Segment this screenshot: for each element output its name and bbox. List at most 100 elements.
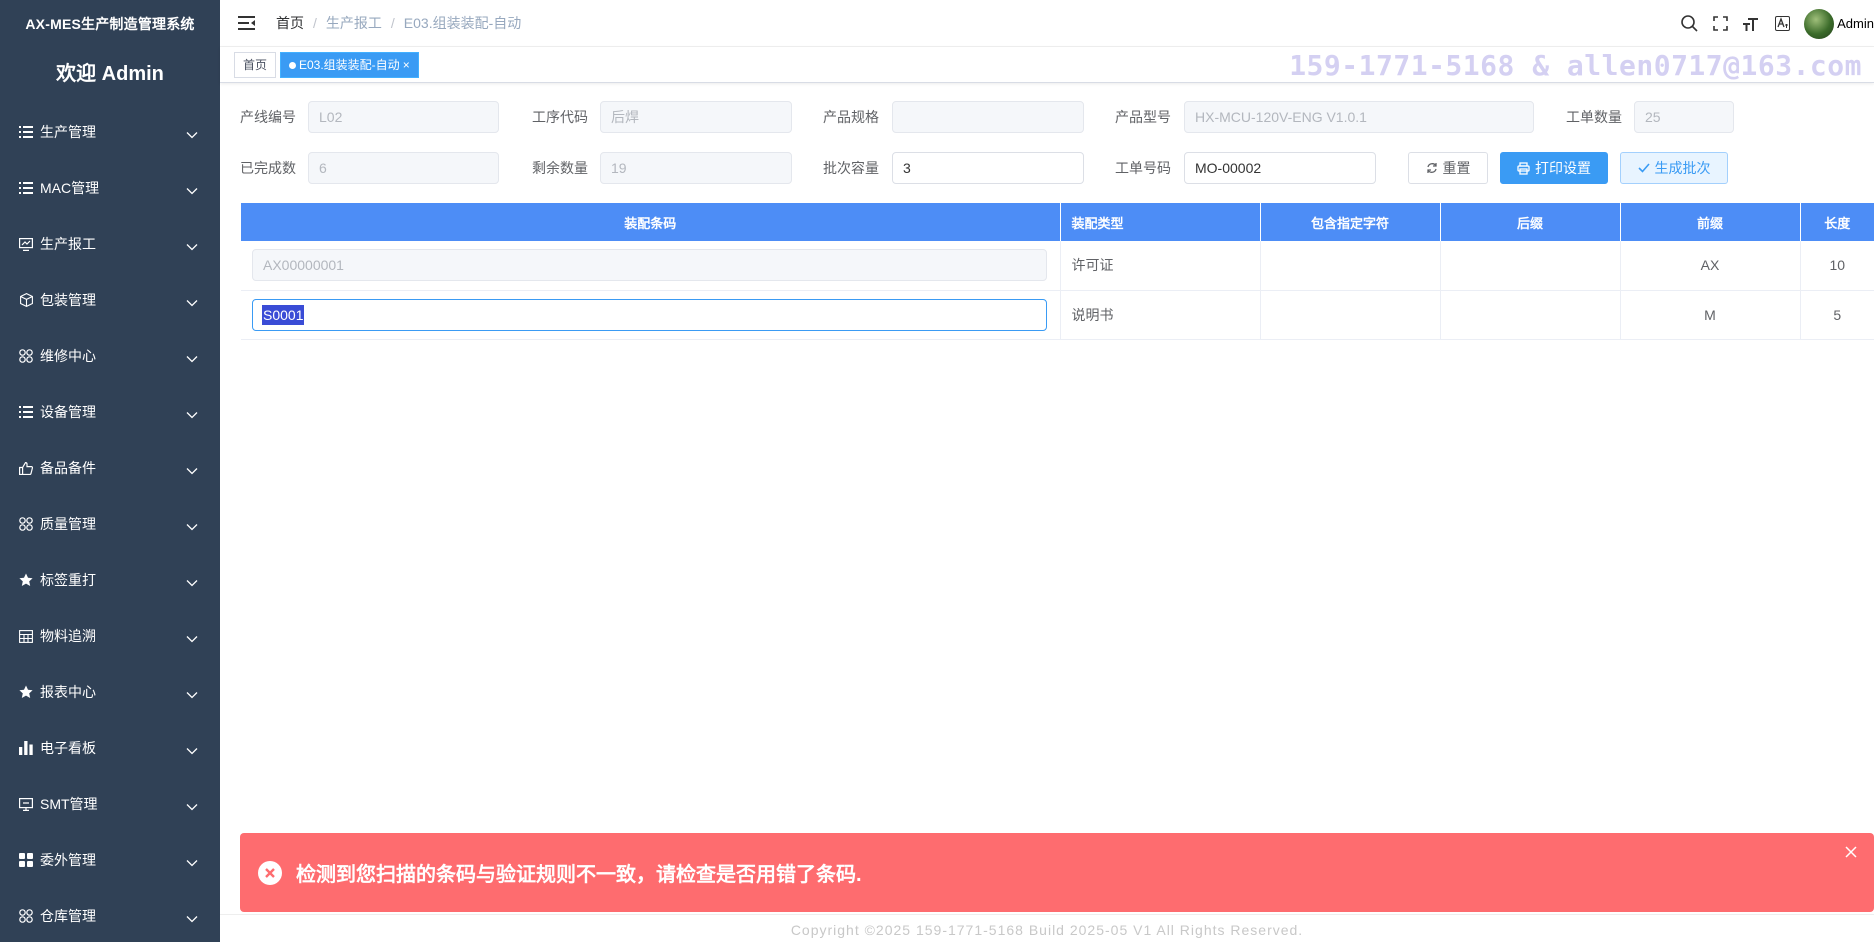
error-circle-icon xyxy=(258,860,282,885)
tag-home[interactable]: 首页 xyxy=(234,52,277,78)
line-code-label: 产线编号 xyxy=(240,109,296,125)
process-code-input[interactable]: 后焊 xyxy=(600,101,792,133)
tag-close-icon[interactable]: × xyxy=(403,58,410,72)
generate-batch-button[interactable]: 生成批次 xyxy=(1620,152,1728,184)
avatar[interactable] xyxy=(1804,8,1835,39)
breadcrumb: 首页 / 生产报工 / E03.组装装配-自动 xyxy=(276,13,521,33)
star-icon xyxy=(18,572,34,588)
sidebar-item-label: 包装管理 xyxy=(40,292,96,308)
sidebar-item-12[interactable]: SMT管理 xyxy=(0,776,220,832)
line-code-input[interactable]: L02 xyxy=(308,101,499,133)
sidebar-item-14[interactable]: 仓库管理 xyxy=(0,888,220,944)
reset-button[interactable]: 重置 xyxy=(1408,152,1488,184)
assembly-table: 装配条码 装配类型 包含指定字符 后缀 前缀 长度 AX00000001 许可证… xyxy=(241,203,1874,340)
suffix-cell xyxy=(1440,241,1621,291)
search-icon[interactable] xyxy=(1680,15,1698,33)
star-icon xyxy=(18,684,34,700)
chevron-down-icon xyxy=(186,574,198,587)
sidebar-item-label: 标签重打 xyxy=(40,572,96,588)
monitor-chart-icon xyxy=(18,236,34,252)
tags-view-bar: 首页 E03.组装装配-自动 × 159-1771-5168 & allen071… xyxy=(220,47,1874,83)
batch-capacity-input[interactable]: 3 xyxy=(892,152,1084,184)
sidebar-item-5[interactable]: 设备管理 xyxy=(0,384,220,440)
sidebar-item-label: 电子看板 xyxy=(40,740,96,756)
print-settings-button[interactable]: 打印设置 xyxy=(1500,152,1608,184)
prefix-cell: M xyxy=(1620,290,1801,340)
main-area: 首页 / 生产报工 / E03.组装装配-自动 Admin 首页 E03.组装装… xyxy=(220,0,1874,942)
sidebar-item-label: 生产报工 xyxy=(40,236,96,252)
sidebar-item-7[interactable]: 质量管理 xyxy=(0,496,220,552)
chevron-down-icon xyxy=(186,406,198,419)
refresh-icon xyxy=(1426,163,1437,173)
process-code-label: 工序代码 xyxy=(532,109,588,125)
sidebar-item-8[interactable]: 标签重打 xyxy=(0,552,220,608)
system-title: AX-MES生产制造管理系统 xyxy=(25,16,195,32)
sidebar-item-1[interactable]: MAC管理 xyxy=(0,160,220,216)
suffix-cell xyxy=(1440,290,1621,340)
sidebar-item-0[interactable]: 生产管理 xyxy=(0,104,220,160)
col-contains: 包含指定字符 xyxy=(1260,203,1441,241)
user-name[interactable]: Admin xyxy=(1837,16,1874,31)
font-size-icon[interactable] xyxy=(1742,15,1760,33)
list-icon xyxy=(18,404,34,420)
tag-active[interactable]: E03.组装装配-自动 × xyxy=(280,52,419,78)
remaining-input[interactable]: 19 xyxy=(600,152,792,184)
table-icon xyxy=(18,628,34,644)
contains-cell xyxy=(1260,290,1441,340)
order-qty-input[interactable]: 25 xyxy=(1634,101,1734,133)
completed-input[interactable]: 6 xyxy=(308,152,499,184)
product-model-input[interactable]: HX-MCU-120V-ENG V1.0.1 xyxy=(1184,101,1534,133)
grid-icon xyxy=(18,908,34,924)
sidebar-item-10[interactable]: 报表中心 xyxy=(0,664,220,720)
table-row: AX00000001 许可证 AX 10 xyxy=(241,241,1874,291)
hamburger-menu-icon[interactable] xyxy=(234,11,258,35)
barcode-input-active[interactable]: S0001 xyxy=(252,298,1047,331)
sidebar-item-9[interactable]: 物料追溯 xyxy=(0,608,220,664)
chevron-down-icon xyxy=(186,182,198,195)
table-row: S0001 说明书 M 5 xyxy=(241,290,1874,340)
product-model-label: 产品型号 xyxy=(1115,109,1171,125)
sidebar-item-4[interactable]: 维修中心 xyxy=(0,328,220,384)
type-cell: 许可证 xyxy=(1060,241,1261,291)
sidebar-item-13[interactable]: 委外管理 xyxy=(0,832,220,888)
chevron-down-icon xyxy=(186,798,198,811)
col-type: 装配类型 xyxy=(1060,203,1261,241)
sidebar-item-label: 物料追溯 xyxy=(40,628,96,644)
tag-home-label: 首页 xyxy=(243,58,268,72)
order-no-input[interactable]: MO-00002 xyxy=(1184,152,1376,184)
remaining-label: 剩余数量 xyxy=(532,160,588,176)
tag-active-label: E03.组装装配-自动 xyxy=(299,58,400,72)
sidebar-item-label: MAC管理 xyxy=(40,180,100,196)
chevron-down-icon xyxy=(186,350,198,363)
footer: Copyright ©2025 159-1771-5168 Build 2025… xyxy=(220,914,1874,942)
sidebar-item-label: 报表中心 xyxy=(40,684,96,700)
sidebar-item-6[interactable]: 备品备件 xyxy=(0,440,220,496)
breadcrumb-separator: / xyxy=(313,15,317,31)
list-icon xyxy=(18,124,34,140)
sidebar-item-label: 委外管理 xyxy=(40,852,96,868)
sidebar-item-label: 生产管理 xyxy=(40,124,96,140)
sidebar-item-3[interactable]: 包装管理 xyxy=(0,272,220,328)
translate-icon[interactable] xyxy=(1773,15,1791,33)
chevron-down-icon xyxy=(186,238,198,251)
length-cell: 10 xyxy=(1800,241,1874,291)
sidebar-item-2[interactable]: 生产报工 xyxy=(0,216,220,272)
fullscreen-icon[interactable] xyxy=(1711,15,1729,33)
product-spec-input[interactable] xyxy=(892,101,1084,133)
close-icon[interactable] xyxy=(1844,845,1858,859)
reset-button-label: 重置 xyxy=(1442,160,1471,176)
box-icon xyxy=(18,292,34,308)
chevron-down-icon xyxy=(186,294,198,307)
sidebar-item-label: 质量管理 xyxy=(40,516,96,532)
sidebar: AX-MES生产制造管理系统 欢迎 Admin 生产管理 MAC管理 生产报工 包装管… xyxy=(0,0,220,942)
order-no-label: 工单号码 xyxy=(1115,160,1171,176)
barcode-input[interactable]: AX00000001 xyxy=(252,249,1047,282)
sidebar-item-11[interactable]: 电子看板 xyxy=(0,720,220,776)
sidebar-item-label: 设备管理 xyxy=(40,404,96,420)
chevron-down-icon xyxy=(186,742,198,755)
selected-barcode-text: S0001 xyxy=(262,304,305,325)
breadcrumb-home[interactable]: 首页 xyxy=(276,13,304,33)
error-alert: 检测到您扫描的条码与验证规则不一致，请检查是否用错了条码. xyxy=(240,833,1874,912)
breadcrumb-production-report[interactable]: 生产报工 xyxy=(326,13,382,33)
chevron-down-icon xyxy=(186,518,198,531)
